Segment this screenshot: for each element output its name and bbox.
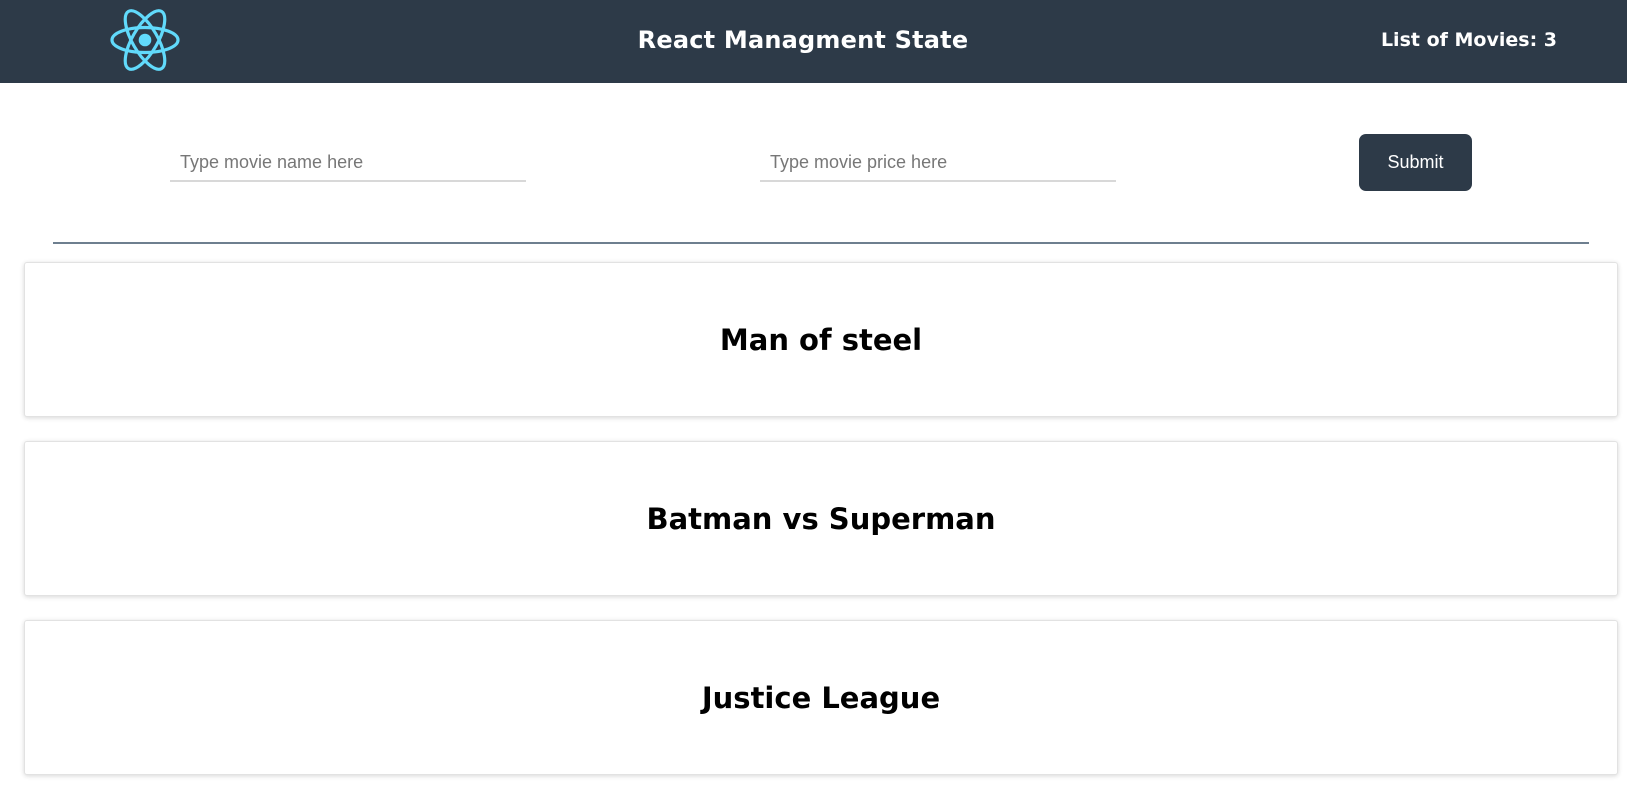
movie-title: Justice League — [701, 680, 941, 715]
app-title: React Managment State — [637, 26, 969, 54]
movie-card[interactable]: Justice League — [24, 620, 1618, 775]
movie-title: Man of steel — [719, 322, 923, 357]
navbar: React Managment State List of Movies: 3 — [0, 0, 1627, 83]
submit-button[interactable]: Submit — [1359, 134, 1472, 191]
movie-card[interactable]: Man of steel — [24, 262, 1618, 417]
movie-name-input[interactable] — [170, 144, 526, 182]
movie-title: Batman vs Superman — [646, 501, 996, 536]
movie-card[interactable]: Batman vs Superman — [24, 441, 1618, 596]
movie-list: Man of steel Batman vs Superman Justice … — [24, 262, 1618, 799]
movie-count: List of Movies: 3 — [1380, 29, 1557, 51]
movie-price-input[interactable] — [760, 144, 1116, 182]
divider — [53, 242, 1589, 244]
